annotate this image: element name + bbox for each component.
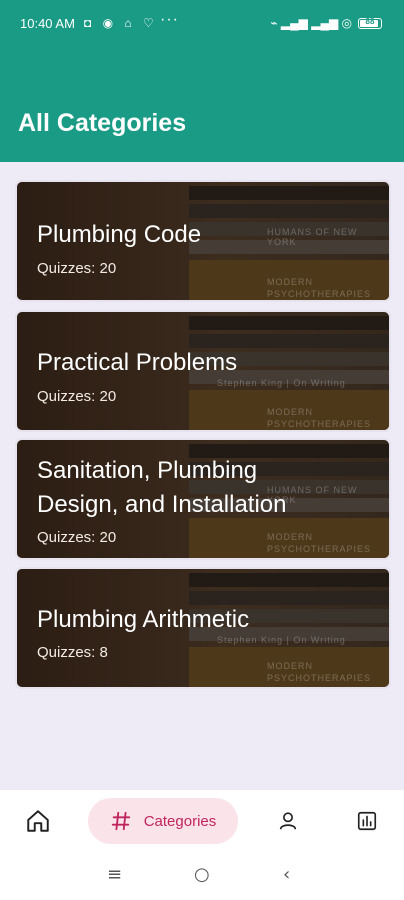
- quiz-count: Quizzes: 20: [37, 388, 117, 405]
- hashtag-icon: [111, 811, 130, 831]
- person-icon: [279, 812, 297, 830]
- status-bar: 10:40 AM ◘ ◉ ⌂ ♡ ··· ⌁ ▂▄▆ ▂▄▆ ◎ 88: [0, 0, 404, 50]
- book-spine-text: HUMANS OF NEW YORK: [267, 227, 358, 247]
- category-card-sanitation[interactable]: HUMANS OF NEW YORK MODERN PSYCHOTHERAPIE…: [15, 438, 391, 560]
- quiz-count: Quizzes: 8: [37, 644, 108, 661]
- book-spine-text: PSYCHOTHERAPIES: [267, 419, 372, 429]
- card-background-image: Stephen King | On Writing MODERN PSYCHOT…: [17, 569, 389, 687]
- battery-level: 88: [365, 16, 375, 26]
- signal-icon: ⌁ ▂▄▆ ▂▄▆ ◎: [270, 16, 352, 30]
- quiz-count: Quizzes: 20: [37, 260, 117, 277]
- home-icon: [27, 810, 49, 832]
- nav-categories-label: Categories: [143, 812, 217, 830]
- category-card-plumbing-arithmetic[interactable]: Stephen King | On Writing MODERN PSYCHOT…: [15, 567, 391, 689]
- card-background-image: Stephen King | On Writing MODERN PSYCHOT…: [17, 312, 389, 430]
- category-card-plumbing-code[interactable]: HUMANS OF NEW YORK MODERN PSYCHOTHERAPIE…: [15, 180, 391, 302]
- nav-profile-button[interactable]: [266, 798, 310, 844]
- book-spine-text: PSYCHOTHERAPIES: [267, 673, 372, 683]
- app-bar: All Categories: [0, 50, 404, 162]
- book-spine-text: MODERN: [267, 277, 313, 287]
- book-spine-text: MODERN: [267, 407, 313, 417]
- system-status-icons: ⌁ ▂▄▆ ▂▄▆ ◎ 88: [270, 16, 382, 30]
- more-notifications-icon: ···: [160, 11, 179, 28]
- category-title: Plumbing Code: [37, 221, 202, 248]
- category-title-line-2: Design, and Installation: [37, 491, 287, 518]
- category-title-line-1: Sanitation, Plumbing: [37, 457, 258, 484]
- nav-home-button[interactable]: [16, 798, 60, 844]
- notification-icons: ◘ ◉ ⌂ ♡: [84, 16, 158, 30]
- card-background-image: HUMANS OF NEW YORK MODERN PSYCHOTHERAPIE…: [17, 182, 389, 300]
- book-spine-text: PSYCHOTHERAPIES: [267, 544, 372, 554]
- book-spine-text: MODERN: [267, 532, 313, 542]
- nav-stats-button[interactable]: [345, 798, 389, 844]
- nav-categories-button[interactable]: Categories: [88, 798, 238, 844]
- book-spine-text: PSYCHOTHERAPIES: [267, 289, 372, 299]
- battery-icon: 88: [358, 16, 382, 29]
- system-back-button[interactable]: ‹: [283, 864, 290, 885]
- quiz-count: Quizzes: 20: [37, 529, 117, 546]
- status-time: 10:40 AM: [20, 16, 75, 31]
- system-navigation-bar: ≡ ○ ‹: [0, 854, 404, 900]
- bar-chart-icon: [357, 811, 377, 831]
- page-title: All Categories: [18, 109, 187, 137]
- category-title: Practical Problems: [37, 349, 238, 376]
- system-home-button[interactable]: ○: [194, 864, 210, 885]
- bottom-navigation: Categories: [0, 790, 404, 854]
- book-spine-text: MODERN: [267, 661, 313, 671]
- category-card-practical-problems[interactable]: Stephen King | On Writing MODERN PSYCHOT…: [15, 310, 391, 432]
- recent-apps-button[interactable]: ≡: [107, 864, 122, 885]
- card-background-image: HUMANS OF NEW YORK MODERN PSYCHOTHERAPIE…: [17, 440, 389, 558]
- category-title: Plumbing Arithmetic: [37, 606, 250, 633]
